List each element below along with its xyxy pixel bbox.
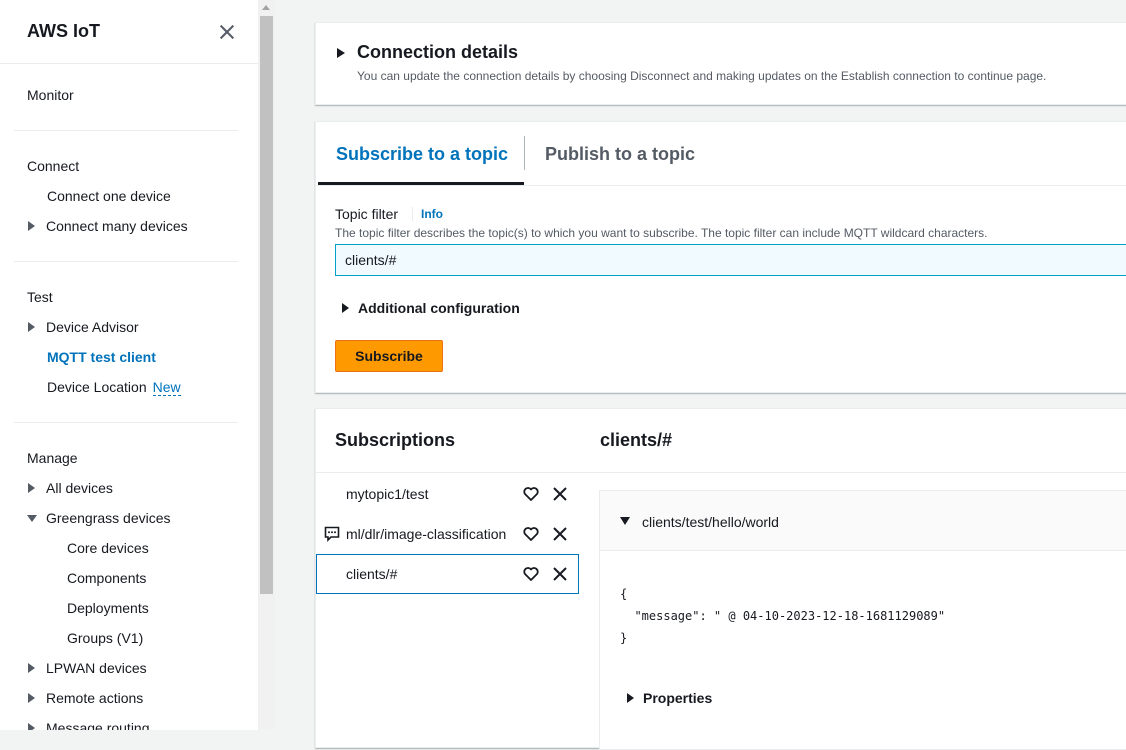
- sidebar-item-lpwan-devices[interactable]: LPWAN devices: [0, 653, 258, 683]
- caret-right-icon: [28, 322, 35, 332]
- caret-right-icon: [28, 723, 35, 730]
- additional-configuration-toggle[interactable]: Additional configuration: [342, 300, 520, 316]
- caret-down-icon[interactable]: [620, 517, 630, 525]
- sidebar-item-remote-actions[interactable]: Remote actions: [0, 683, 258, 713]
- sidebar-heading-connect: Connect: [27, 158, 80, 174]
- tab-divider: [524, 136, 525, 170]
- caret-right-icon[interactable]: [337, 48, 345, 58]
- sidebar-item-label: All devices: [46, 480, 113, 496]
- subscriptions-heading: Subscriptions: [335, 430, 456, 450]
- subscriptions-panel: Subscriptions clients/# mytopic1/test ml…: [315, 408, 1126, 750]
- sidebar-scrollbar[interactable]: [258, 0, 275, 730]
- subscription-item[interactable]: ml/dlr/image-classification: [316, 515, 579, 553]
- sidebar-title: AWS IoT: [27, 21, 100, 41]
- tab-publish-to-a-topic[interactable]: Publish to a topic: [545, 122, 695, 186]
- connection-details-panel: Connection details You can update the co…: [315, 22, 1126, 105]
- sidebar-header: AWS IoT: [0, 0, 258, 64]
- caret-right-icon: [28, 221, 35, 231]
- sidebar-item-message-routing[interactable]: Message routing: [0, 713, 258, 730]
- topic-filter-input[interactable]: [335, 244, 1126, 276]
- caret-down-icon: [27, 515, 37, 522]
- sidebar-item-deployments[interactable]: Deployments: [0, 593, 258, 623]
- subscribe-button[interactable]: Subscribe: [335, 340, 443, 372]
- topic-filter-description: The topic filter describes the topic(s) …: [335, 226, 988, 240]
- close-icon[interactable]: [552, 486, 568, 502]
- sidebar-item-label: Connect one device: [47, 188, 171, 204]
- scroll-up-arrow-icon[interactable]: [262, 5, 270, 10]
- selected-topic-heading: clients/#: [600, 430, 673, 450]
- sidebar-heading-test: Test: [27, 289, 53, 305]
- sidebar-item-connect-many-devices[interactable]: Connect many devices: [0, 211, 258, 241]
- message-header[interactable]: clients/test/hello/world: [600, 491, 1126, 551]
- heart-icon[interactable]: [523, 486, 539, 502]
- subscription-item-selected[interactable]: clients/#: [316, 554, 579, 594]
- topic-tabs: Subscribe to a topic Publish to a topic: [316, 122, 1126, 186]
- sidebar-item-monitor[interactable]: Monitor: [0, 80, 258, 110]
- subscribe-publish-panel: Subscribe to a topic Publish to a topic …: [315, 121, 1126, 393]
- caret-right-icon: [28, 483, 35, 493]
- divider: [316, 472, 1126, 473]
- topic-filter-label: Topic filter: [335, 206, 399, 222]
- subscription-item[interactable]: mytopic1/test: [316, 475, 579, 513]
- new-badge[interactable]: New: [152, 379, 181, 396]
- close-icon[interactable]: [552, 566, 568, 582]
- subscription-name: mytopic1/test: [346, 486, 429, 502]
- sidebar-item-label: Message routing: [46, 720, 150, 730]
- sidebar-item-connect-one-device[interactable]: Connect one device: [0, 181, 258, 211]
- scrollbar-thumb[interactable]: [260, 16, 273, 594]
- properties-toggle[interactable]: Properties: [627, 690, 712, 706]
- tab-subscribe-to-a-topic[interactable]: Subscribe to a topic: [336, 122, 508, 186]
- sidebar-item-core-devices[interactable]: Core devices: [0, 533, 258, 563]
- heart-icon[interactable]: [523, 526, 539, 542]
- close-icon[interactable]: [552, 526, 568, 542]
- caret-right-icon: [28, 663, 35, 673]
- sidebar-item-label: MQTT test client: [47, 349, 156, 365]
- heart-icon[interactable]: [523, 566, 539, 582]
- payload-line: "message": " @ 04-10-2023-12-18-16811290…: [620, 609, 946, 623]
- connection-details-description: You can update the connection details by…: [357, 69, 1047, 83]
- sidebar-item-label: Components: [67, 570, 147, 586]
- subscription-name: clients/#: [346, 566, 398, 582]
- sidebar-item-label: Connect many devices: [46, 218, 188, 234]
- payload-line: {: [620, 587, 628, 601]
- sidebar-item-all-devices[interactable]: All devices: [0, 473, 258, 503]
- sidebar-item-mqtt-test-client[interactable]: MQTT test client: [0, 342, 258, 372]
- sidebar-heading-manage: Manage: [27, 450, 78, 466]
- sidebar-item-label: Device Advisor: [46, 319, 139, 335]
- sidebar-item-device-location[interactable]: Device Location New: [0, 372, 258, 402]
- payload-line: }: [620, 631, 628, 645]
- close-icon[interactable]: [217, 22, 237, 42]
- connection-details-title[interactable]: Connection details: [357, 42, 518, 63]
- message-topic: clients/test/hello/world: [642, 514, 779, 530]
- sidebar-item-label: Remote actions: [46, 690, 144, 706]
- sidebar-navigation: AWS IoT Monitor Connect Connect one devi…: [0, 0, 258, 730]
- message-payload: { "message": " @ 04-10-2023-12-18-168112…: [620, 583, 945, 649]
- active-tab-indicator: [318, 182, 524, 185]
- sidebar-item-label: Device Location: [47, 379, 147, 395]
- sidebar-item-label: LPWAN devices: [46, 660, 147, 676]
- caret-right-icon: [28, 693, 35, 703]
- subscription-name: ml/dlr/image-classification: [346, 526, 507, 542]
- info-link[interactable]: Info: [412, 207, 443, 221]
- sidebar-item-greengrass-devices[interactable]: Greengrass devices: [0, 503, 258, 533]
- sidebar-item-label: Greengrass devices: [46, 510, 171, 526]
- sidebar-item-components[interactable]: Components: [0, 563, 258, 593]
- sidebar-item-label: Core devices: [67, 540, 149, 556]
- sidebar-item-device-advisor[interactable]: Device Advisor: [0, 312, 258, 342]
- message-bubble-icon: [324, 526, 340, 542]
- sidebar-item-label: Groups (V1): [67, 630, 144, 646]
- sidebar-item-groups-v1[interactable]: Groups (V1): [0, 623, 258, 653]
- sidebar-item-label: Deployments: [67, 600, 149, 616]
- message-panel: clients/test/hello/world { "message": " …: [599, 490, 1126, 750]
